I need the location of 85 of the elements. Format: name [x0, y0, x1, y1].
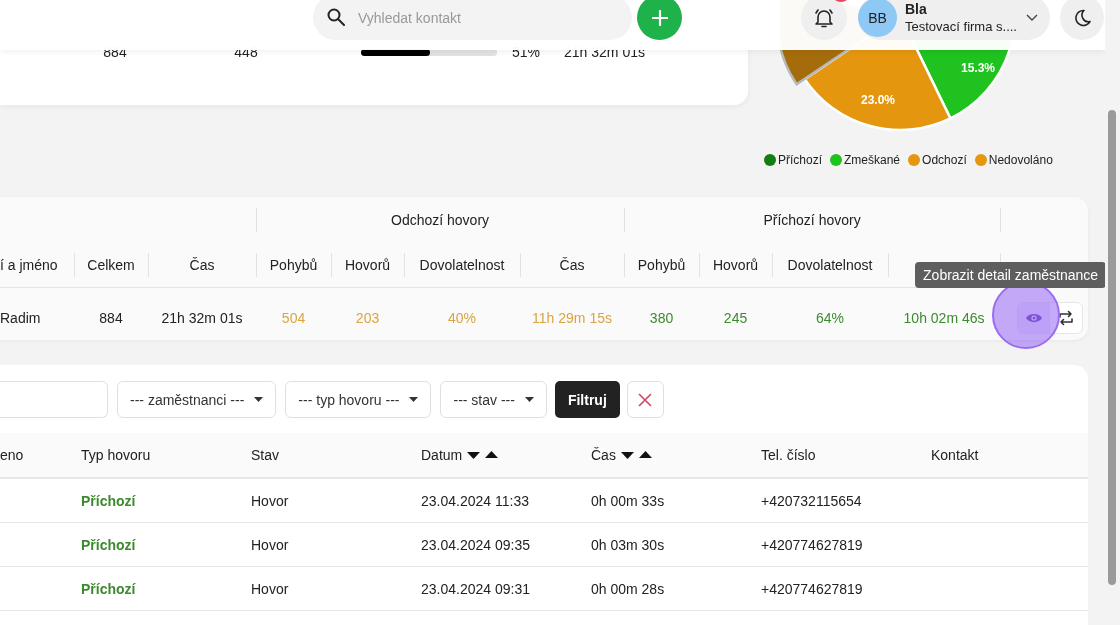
- theme-toggle-button[interactable]: [1060, 0, 1104, 40]
- column-header: Stav: [251, 447, 279, 463]
- total-value: 884: [102, 44, 128, 60]
- legend-label[interactable]: Odchozí: [922, 153, 967, 167]
- table-cell: +420774627819: [748, 566, 918, 611]
- table-cell: 0h 03m 30s: [578, 522, 748, 567]
- column-header: eno: [0, 447, 24, 463]
- column-header: Dovolatelnost: [419, 256, 505, 273]
- table-cell: Radim: [0, 287, 74, 347]
- table-cell: Hovor: [238, 522, 408, 567]
- table-cell: 504: [256, 287, 332, 347]
- column-header: Čas: [591, 447, 616, 463]
- column-header: Dovolatelnost: [787, 256, 873, 273]
- moon-icon: [1072, 7, 1092, 28]
- chevron-down-icon: [1026, 14, 1038, 21]
- user-menu[interactable]: BB Bla Testovací firma s....: [858, 0, 1050, 40]
- column-header: Hovorů: [344, 256, 391, 273]
- column-header: Celkem: [87, 256, 135, 273]
- filter-dropdown[interactable]: --- stav ---: [440, 381, 547, 418]
- table-cell: 40%: [404, 287, 521, 347]
- column-header: Čas: [559, 256, 585, 273]
- column-header: Datum: [421, 447, 463, 463]
- legend-label[interactable]: Zmeškané: [844, 153, 901, 167]
- slice-label: 23.0%: [861, 93, 895, 107]
- legend-label[interactable]: Příchozí: [778, 153, 822, 167]
- table-cell: 10h 02m 46s: [888, 287, 1001, 347]
- table-cell: 23.04.2024 11:33: [408, 478, 578, 523]
- search-field[interactable]: Vyhledat kontakt: [313, 0, 632, 40]
- table-cell: 0h 00m 28s: [578, 566, 748, 611]
- column-header: Tel. číslo: [761, 447, 816, 463]
- table-cell: 245: [699, 287, 773, 347]
- column-header: Pohybů: [269, 256, 318, 273]
- eye-icon: [1024, 311, 1043, 324]
- sort-up-icon[interactable]: [638, 451, 652, 459]
- percent-value: 51%: [512, 44, 541, 60]
- time-value: 21h 32m 01s: [564, 44, 645, 60]
- sort-down-icon[interactable]: [467, 451, 481, 459]
- group-header: Příchozí hovory: [763, 211, 861, 228]
- search-icon: [327, 8, 345, 26]
- user-name: Bla: [905, 0, 928, 18]
- sort-down-icon[interactable]: [620, 451, 634, 459]
- slice-label: 15.3%: [961, 61, 995, 75]
- legend-label[interactable]: Nedovoláno: [988, 153, 1053, 167]
- close-icon: [638, 392, 653, 407]
- caret-icon: [409, 397, 419, 402]
- table-cell: 23.04.2024 09:31: [408, 566, 578, 611]
- caret-icon: [524, 397, 534, 402]
- table-cell: Příchozí: [68, 566, 238, 611]
- table-cell: 64%: [772, 287, 889, 347]
- caret-icon: [254, 397, 264, 402]
- table-cell: 884: [74, 287, 148, 347]
- table-cell: 21h 32m 01s: [148, 287, 257, 347]
- table-cell: 380: [624, 287, 700, 347]
- company-name: Testovací firma s....: [905, 17, 1018, 35]
- search-field[interactable]: [0, 381, 108, 418]
- table-cell: Hovor: [238, 566, 408, 611]
- user-avatar: BB: [858, 0, 897, 37]
- filter-button[interactable]: Filtruj: [554, 381, 620, 418]
- column-header: Hovorů: [712, 256, 759, 273]
- plus-icon: [651, 9, 668, 26]
- column-header: Kontakt: [931, 447, 979, 463]
- table-cell: 11h 29m 15s: [520, 287, 625, 347]
- group-header: Odchozí hovory: [391, 211, 490, 228]
- table-cell: 203: [331, 287, 405, 347]
- table-cell: Příchozí: [68, 522, 238, 567]
- swap-icon: [1058, 309, 1075, 326]
- filter-dropdown[interactable]: --- zaměstnanci ---: [117, 381, 277, 418]
- bell-icon: [813, 6, 835, 29]
- scrollbar[interactable]: [1108, 110, 1116, 585]
- table-cell: 23.04.2024 09:35: [408, 522, 578, 567]
- table-cell: Hovor: [238, 478, 408, 523]
- column-header: í a jméno: [0, 256, 58, 273]
- table-cell: +420732115654: [748, 478, 918, 523]
- column-header: Čas: [189, 256, 215, 273]
- column-header: Typ hovoru: [81, 447, 151, 463]
- column-header: Pohybů: [637, 256, 686, 273]
- tooltip: Zobrazit detail zaměstnance: [915, 262, 1107, 288]
- sort-up-icon[interactable]: [485, 451, 499, 459]
- table-cell: 0h 00m 33s: [578, 478, 748, 523]
- table-cell: Příchozí: [68, 478, 238, 523]
- count-value: 448: [233, 44, 259, 60]
- add-button[interactable]: [637, 0, 682, 40]
- table-cell: +420774627819: [748, 522, 918, 567]
- notifications-button[interactable]: [801, 0, 847, 40]
- filter-dropdown[interactable]: --- typ hovoru ---: [285, 381, 432, 418]
